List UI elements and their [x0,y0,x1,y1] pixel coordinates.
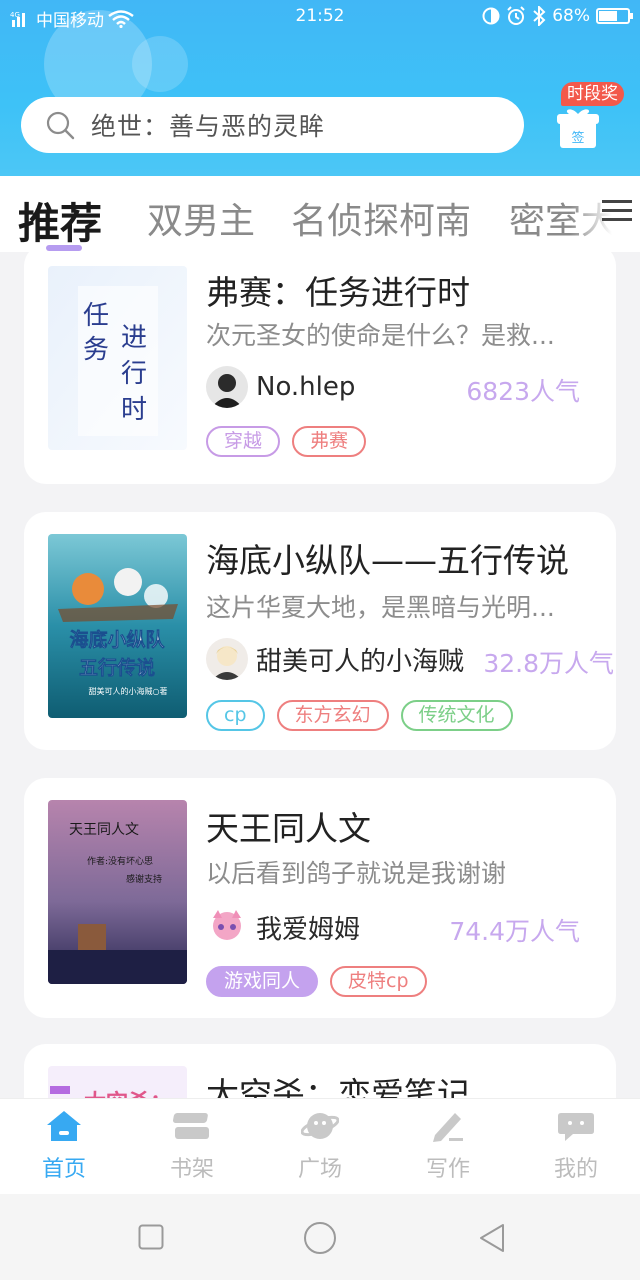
battery-level [599,11,618,21]
nav-bookshelf-label: 书架 [169,1157,214,1182]
system-navigation-bar [0,1194,640,1280]
cover-char: 务 [83,335,109,365]
nav-bookshelf[interactable]: 书架 [142,1109,242,1183]
chat-bubble-icon [558,1113,594,1141]
author-avatar [206,906,248,948]
header: 4G 中国移动 21:52 68% 绝世：善与恶的灵眸 时段奖 签 [0,0,640,176]
cover-author: 甜美可人的小海贼○著 [89,686,168,696]
cover-title: 海底小纵队 [69,628,165,651]
battery-percent: 68% [552,6,590,26]
category-tabs: 推荐 双男主 名侦探柯南 密室大 [0,176,640,252]
author-avatar [206,638,248,680]
bluetooth-icon [533,6,546,26]
tab-double-male-leads[interactable]: 双男主 [147,192,255,244]
tag[interactable]: 传统文化 [400,700,513,731]
active-tab-indicator [46,245,82,251]
tab-menu-icon[interactable] [602,198,632,224]
tag[interactable]: 游戏同人 [206,966,319,997]
author-avatar [206,366,248,408]
alarm-icon [507,6,525,25]
book-description: 次元圣女的使命是什么？是救... [206,321,555,350]
book-description: 这片华夏大地，是黑暗与光明... [206,593,555,622]
author-row[interactable]: 甜美可人的小海贼 [206,638,464,680]
gift-checkin-button[interactable]: 时段奖 签 [555,82,627,152]
cover-char: 行 [121,359,147,389]
status-bar: 4G 中国移动 21:52 68% [0,0,640,34]
book-description: 以后看到鸽子就说是我谢谢 [206,859,507,888]
author-row[interactable]: 我爱姆姆 [206,906,360,948]
author-row[interactable]: No.hlep [206,366,355,408]
bookshelf-icon [173,1113,209,1139]
cover-image: 天王同人文 作者:没有坏心思 感谢支持 [48,800,187,984]
cover-image: 海底小纵队 五行传说 甜美可人的小海贼○著 [48,534,187,718]
book-cover: 任 务 进 行 时 [48,266,187,450]
book-title: 天王同人文 [206,809,371,848]
cover-image: 太空杀： [48,1066,187,1098]
book-cover: 海底小纵队 五行传说 甜美可人的小海贼○著 [48,534,187,718]
cover-subtitle: 五行传说 [79,656,155,679]
cover-char: 任 [83,301,109,331]
decorative-bubble [132,36,188,92]
planet-icon [300,1113,340,1139]
gift-badge: 时段奖 [561,82,624,106]
popularity-count: 6823人气 [466,377,580,406]
tag-list: 穿越 弗赛 [206,426,367,457]
status-right: 68% [482,6,633,26]
tag-list: cp 东方玄幻 传统文化 [206,700,513,731]
author-name: No.hlep [256,372,356,402]
book-list: 任 务 进 行 时 弗赛：任务进行时 次元圣女的使命是什么？是救... No.h… [0,252,640,1098]
book-card[interactable]: 天王同人文 作者:没有坏心思 感谢支持 天王同人文 以后看到鸽子就说是我谢谢 我… [24,778,616,1018]
nav-profile[interactable]: 我的 [526,1109,626,1183]
tag[interactable]: cp [206,700,265,731]
focus-mode-icon [482,7,500,25]
battery-icon [596,8,633,24]
nav-write-label: 写作 [425,1157,470,1182]
tab-recommend[interactable]: 推荐 [18,190,102,251]
book-card[interactable]: 海底小纵队 五行传说 甜美可人的小海贼○著 海底小纵队——五行传说 这片华夏大地… [24,512,616,750]
back-button[interactable] [478,1223,506,1253]
cover-char: 时 [121,395,147,425]
tag[interactable]: 东方玄幻 [276,700,389,731]
nav-home-label: 首页 [41,1157,86,1182]
nav-profile-label: 我的 [553,1157,598,1182]
gift-icon: 签 [557,109,599,148]
home-button[interactable] [303,1221,337,1255]
nav-plaza-label: 广场 [297,1157,342,1182]
search-bar[interactable]: 绝世：善与恶的灵眸 [21,97,524,153]
gift-box-label: 签 [571,130,584,146]
cover-title: 太空杀： [84,1090,172,1098]
tag[interactable]: 穿越 [206,426,281,457]
popularity-count: 32.8万人气 [483,649,614,678]
cover-char: 进 [121,323,147,353]
tag[interactable]: 弗赛 [292,426,367,457]
recent-apps-button[interactable] [138,1224,164,1250]
cover-note: 感谢支持 [126,873,162,885]
nav-home[interactable]: 首页 [14,1109,114,1183]
search-icon [46,111,75,140]
book-title: 弗赛：任务进行时 [206,273,470,312]
book-cover: 天王同人文 作者:没有坏心思 感谢支持 [48,800,187,984]
book-title: 太空杀：恋爱笔记 [206,1075,470,1098]
nav-write[interactable]: 写作 [398,1109,498,1183]
tab-detective-conan[interactable]: 名侦探柯南 [291,192,471,244]
author-name: 我爱姆姆 [256,914,361,945]
nav-plaza[interactable]: 广场 [270,1109,370,1183]
cover-image: 任 务 进 行 时 [48,266,187,450]
cover-author: 作者:没有坏心思 [87,855,153,867]
pen-icon [433,1113,463,1142]
book-card[interactable]: 太空杀： 太空杀：恋爱笔记 [24,1044,616,1098]
book-title: 海底小纵队——五行传说 [206,541,569,580]
home-icon [47,1111,81,1141]
bottom-navigation: 首页 书架 广场 写作 我的 [0,1098,640,1194]
search-placeholder: 绝世：善与恶的灵眸 [91,112,326,141]
tag-list: 游戏同人 皮特cp [206,966,427,997]
book-cover: 太空杀： [48,1066,187,1098]
author-name: 甜美可人的小海贼 [256,646,465,677]
popularity-count: 74.4万人气 [449,917,580,946]
tag[interactable]: 皮特cp [330,966,427,997]
cover-title: 天王同人文 [69,822,139,838]
book-card[interactable]: 任 务 进 行 时 弗赛：任务进行时 次元圣女的使命是什么？是救... No.h… [24,252,616,484]
